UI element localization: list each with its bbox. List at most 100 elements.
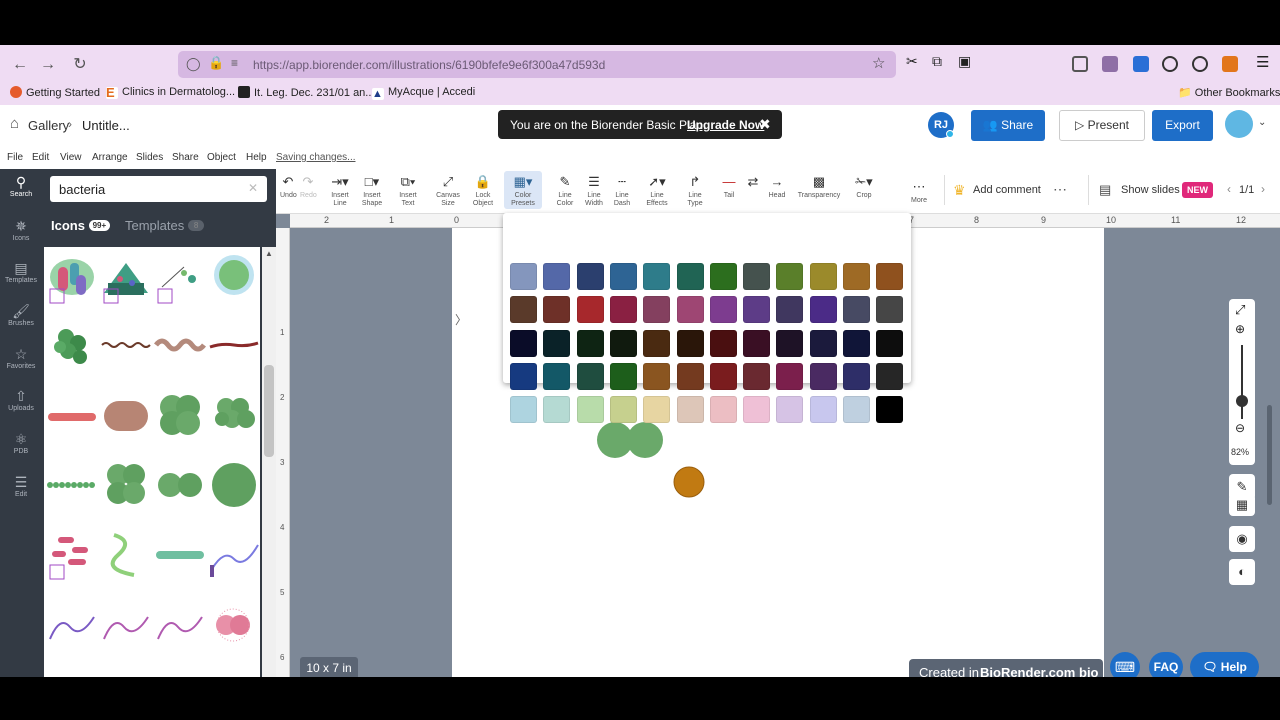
spirochete-icon[interactable] — [100, 319, 152, 381]
color-swatch[interactable] — [510, 263, 537, 290]
profile-avatar[interactable] — [1225, 110, 1253, 138]
diplococcus-icon[interactable] — [154, 459, 206, 521]
spiral-bacteria-icon[interactable] — [154, 599, 206, 661]
canvas-size-button[interactable]: ⤢ Canvas Size — [434, 174, 462, 208]
show-slides-button[interactable]: Show slides — [1121, 184, 1180, 196]
menu-edit[interactable]: Edit — [32, 152, 49, 163]
vibrio-icon[interactable] — [100, 529, 152, 591]
color-swatch[interactable] — [876, 296, 904, 324]
chevron-left-icon[interactable]: ‹ — [1227, 182, 1231, 196]
color-swatch[interactable] — [643, 296, 671, 324]
color-swatch[interactable] — [676, 362, 704, 390]
tail-button[interactable]: — Tail — [718, 174, 740, 200]
visibility-toggle[interactable]: ◉ — [1229, 526, 1255, 552]
keyboard-shortcuts-button[interactable]: ⌨ — [1110, 652, 1140, 677]
undo-button[interactable]: ↶ Undo — [280, 174, 297, 200]
staphylococcus-icon[interactable] — [208, 389, 260, 451]
insert-text-button[interactable]: ⧉▾ Insert Text — [392, 174, 424, 208]
bacillus-chain-icon[interactable] — [46, 389, 98, 451]
color-swatch[interactable] — [576, 296, 604, 324]
head-button[interactable]: → Head — [766, 174, 788, 200]
add-comment-button[interactable]: ♛ Add comment ⋯ — [944, 175, 1074, 205]
crop-button[interactable]: ✁▾ Crop — [850, 174, 878, 200]
color-swatch[interactable] — [709, 362, 737, 390]
copy-icon[interactable]: ⧉ — [932, 53, 942, 70]
document-title[interactable]: Untitle... — [82, 118, 130, 133]
color-swatch[interactable] — [776, 329, 804, 357]
menu-icon[interactable]: ☰ — [1256, 53, 1269, 71]
home-icon[interactable]: ⌂ — [10, 115, 19, 132]
color-swatch[interactable] — [709, 396, 737, 424]
transparency-button[interactable]: ▩ Transparency — [794, 174, 844, 200]
rail-search[interactable]: ⚲ Search — [0, 173, 42, 198]
chevron-down-icon[interactable]: ⌄ — [1258, 117, 1266, 128]
color-swatch[interactable] — [709, 263, 737, 290]
bookmark-item[interactable]: It. Leg. Dec. 231/01 an... — [238, 86, 374, 99]
extension-icon[interactable] — [1162, 56, 1178, 72]
reload-icon[interactable]: ↻ — [70, 55, 90, 75]
faq-button[interactable]: FAQ — [1149, 652, 1183, 677]
forward-icon[interactable]: → — [38, 55, 58, 75]
color-swatch[interactable] — [543, 263, 571, 290]
color-swatch[interactable] — [743, 396, 771, 424]
rail-favorites[interactable]: ☆ Favorites — [0, 345, 42, 370]
rail-icons[interactable]: ✵ Icons — [0, 217, 42, 242]
color-swatch[interactable] — [643, 263, 671, 290]
color-swatch[interactable] — [743, 362, 771, 390]
color-swatch[interactable] — [643, 396, 671, 424]
line-effects-button[interactable]: ➚▾ Line Effects — [638, 174, 676, 208]
color-swatch[interactable] — [843, 263, 870, 290]
close-icon[interactable]: ✖ — [759, 116, 771, 133]
sarcina-icon[interactable] — [100, 459, 152, 521]
bacteria-cluster-icon[interactable] — [46, 253, 98, 315]
coccus-cluster-icon[interactable] — [46, 319, 98, 381]
spiral-bacteria-icon[interactable] — [46, 599, 98, 661]
menu-file[interactable]: File — [7, 152, 23, 163]
color-swatch[interactable] — [510, 396, 537, 424]
contrast-toggle[interactable]: ◐ — [1229, 559, 1255, 585]
rail-edit[interactable]: ☰ Edit — [0, 473, 42, 498]
line-color-button[interactable]: ✎ Line Color — [552, 174, 578, 208]
color-swatch[interactable] — [643, 329, 671, 357]
color-swatch[interactable] — [743, 296, 771, 324]
color-swatch[interactable] — [876, 263, 904, 290]
pocket-icon[interactable] — [1072, 56, 1088, 72]
other-bookmarks[interactable]: 📁 Other Bookmarks — [1178, 86, 1280, 99]
extension-icon[interactable] — [1192, 56, 1208, 72]
color-swatch[interactable] — [843, 329, 870, 357]
coccus-object[interactable] — [672, 465, 706, 499]
filament-icon[interactable] — [208, 319, 260, 381]
scissors-icon[interactable]: ✂ — [906, 53, 918, 70]
rail-pdb[interactable]: ⚛ PDB — [0, 430, 42, 455]
menu-view[interactable]: View — [60, 152, 82, 163]
color-swatch[interactable] — [876, 329, 904, 357]
color-swatch[interactable] — [843, 362, 870, 390]
line-dash-button[interactable]: ┄ Line Dash — [610, 174, 634, 208]
color-swatch[interactable] — [876, 396, 904, 424]
chain-icon[interactable] — [154, 529, 206, 591]
lock-object-button[interactable]: 🔒 Lock Object — [470, 174, 496, 208]
cell-sphere-icon[interactable] — [208, 253, 260, 315]
color-swatch[interactable] — [676, 396, 704, 424]
streptococcus-icon[interactable] — [46, 459, 98, 521]
clipboard-icon[interactable]: ▣ — [958, 53, 971, 70]
rail-uploads[interactable]: ⇧ Uploads — [0, 387, 42, 412]
tab-templates[interactable]: Templates 8 — [125, 218, 205, 233]
color-swatch[interactable] — [709, 296, 737, 324]
chevron-right-icon[interactable]: › — [1261, 182, 1265, 196]
bacillus-icon[interactable] — [100, 389, 152, 451]
color-swatch[interactable] — [876, 362, 904, 390]
biofilm-icon[interactable] — [100, 253, 152, 315]
zoom-slider-handle[interactable] — [1236, 395, 1248, 407]
color-swatch[interactable] — [743, 329, 771, 357]
color-swatch[interactable] — [543, 396, 571, 424]
extension-icon[interactable] — [1133, 56, 1149, 72]
clear-icon[interactable]: ✕ — [248, 181, 258, 195]
menu-object[interactable]: Object — [207, 152, 236, 163]
star-icon[interactable]: ☆ — [872, 54, 885, 72]
flagellum-icon[interactable] — [208, 529, 260, 591]
canvas-scrollbar[interactable] — [1267, 405, 1272, 505]
bacteria-mix-icon[interactable] — [46, 529, 98, 591]
export-button[interactable]: Export — [1152, 110, 1213, 141]
color-swatch[interactable] — [543, 329, 571, 357]
